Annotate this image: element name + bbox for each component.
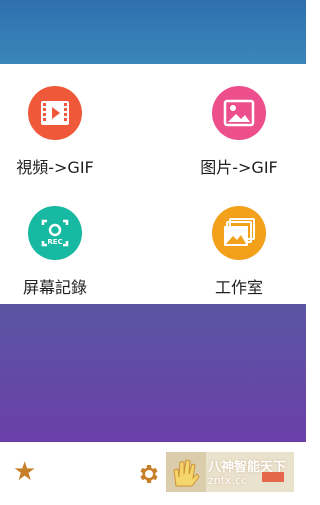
settings-gear-icon[interactable] xyxy=(136,462,160,486)
studio-button[interactable]: 工作室 xyxy=(164,206,314,298)
film-play-icon xyxy=(28,86,82,140)
image-to-gif-label: 图片->GIF xyxy=(200,158,278,177)
watermark-red-tag xyxy=(262,472,284,482)
studio-label: 工作室 xyxy=(214,278,263,297)
hand-logo-icon xyxy=(166,452,206,492)
main-menu-grid: 視頻->GIF 图片->GIF REC 屏幕記錄 工作室 xyxy=(0,64,306,304)
star-icon[interactable]: ★ xyxy=(13,459,36,485)
video-to-gif-button[interactable]: 視頻->GIF xyxy=(0,86,130,178)
record-icon: REC xyxy=(28,206,82,260)
app-header xyxy=(0,0,306,64)
image-icon xyxy=(212,86,266,140)
screen-record-label: 屏幕記錄 xyxy=(22,278,87,297)
rec-badge: REC xyxy=(47,238,62,246)
gallery-stack-icon xyxy=(212,206,266,260)
screen-record-button[interactable]: REC 屏幕記錄 xyxy=(0,206,130,298)
watermark-overlay: 八神智能天下 zntx.cc xyxy=(166,452,294,492)
watermark-url: zntx.cc xyxy=(208,474,248,487)
image-to-gif-button[interactable]: 图片->GIF xyxy=(164,86,314,178)
video-to-gif-label: 視頻->GIF xyxy=(16,158,94,177)
content-panel xyxy=(0,304,306,442)
